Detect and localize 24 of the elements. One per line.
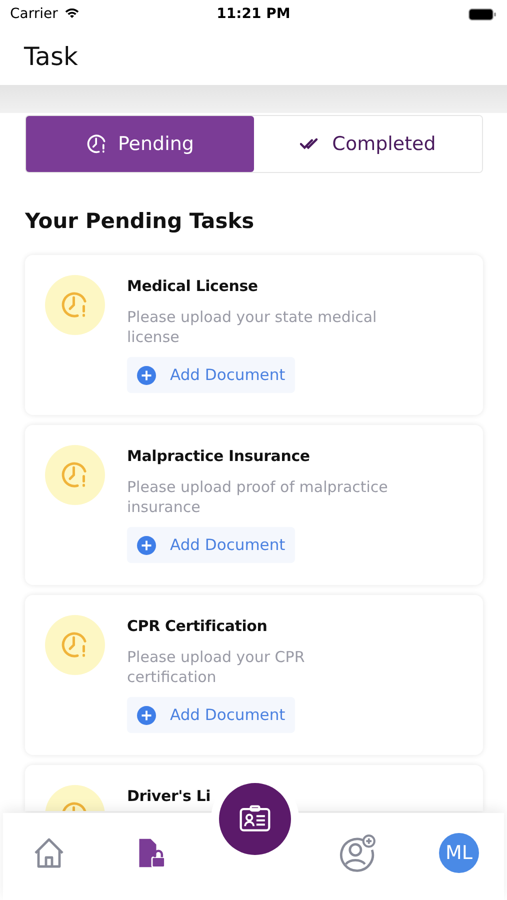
task-title: CPR Certification bbox=[127, 617, 268, 635]
task-card[interactable]: Driver's Li bbox=[25, 765, 483, 811]
task-description: Please upload your CPR certification bbox=[127, 647, 306, 687]
task-description: Please upload proof of malpractice insurance bbox=[127, 477, 389, 517]
plus-icon bbox=[137, 706, 156, 724]
carrier-label: Carrier bbox=[10, 6, 58, 22]
task-card[interactable]: Medical License Please upload your state medical license Add Document bbox=[25, 255, 483, 415]
task-card[interactable]: CPR Certification Please upload your CPR certification Add Document bbox=[25, 595, 483, 755]
battery-icon bbox=[468, 8, 497, 20]
task-title: Driver's Li bbox=[127, 787, 211, 805]
task-description: Please upload your state medical license bbox=[127, 307, 378, 347]
section-heading: Your Pending Tasks bbox=[25, 209, 256, 233]
add-document-button[interactable]: Add Document bbox=[127, 527, 296, 563]
plus-icon bbox=[137, 536, 156, 554]
add-user-icon bbox=[338, 834, 376, 872]
plus-icon bbox=[137, 366, 156, 384]
add-document-button[interactable]: Add Document bbox=[127, 357, 296, 393]
tab[interactable]: Pending bbox=[26, 116, 254, 172]
task-title: Medical License bbox=[127, 277, 258, 295]
clock-time: 11:21 PM bbox=[216, 6, 290, 22]
task-card[interactable]: Malpractice Insurance Please upload proof of malpractice insurance Add Document bbox=[25, 425, 483, 585]
page-title: Task bbox=[24, 42, 78, 71]
add-document-button[interactable]: Add Document bbox=[127, 697, 296, 733]
task-title: Malpractice Insurance bbox=[127, 447, 310, 465]
